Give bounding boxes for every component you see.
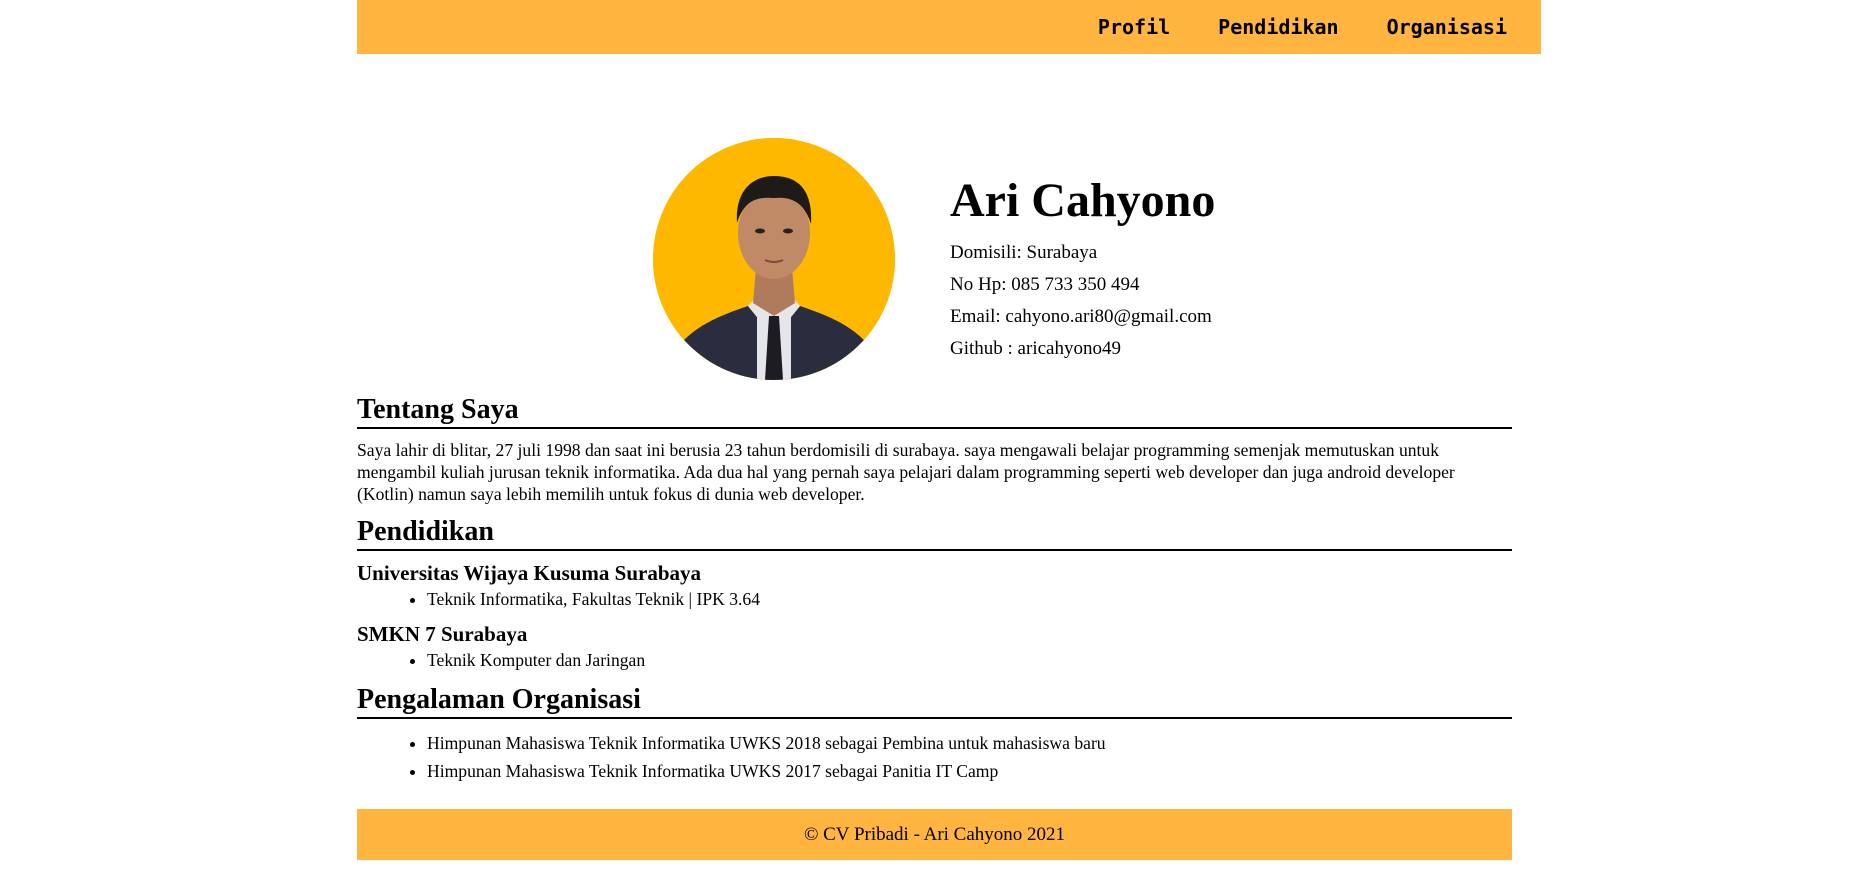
school-name: Universitas Wijaya Kusuma Surabaya xyxy=(357,561,702,585)
profile-info: Ari Cahyono Domisili: Surabaya No Hp: 08… xyxy=(950,173,1215,365)
school-detail: Teknik Komputer dan Jaringan xyxy=(427,647,1512,673)
school-details: Teknik Komputer dan Jaringan xyxy=(357,647,1512,673)
education-item: SMKN 7 Surabaya Teknik Komputer dan Jari… xyxy=(357,621,1512,673)
school-name: SMKN 7 Surabaya xyxy=(357,622,528,646)
education-item: Universitas Wijaya Kusuma Surabaya Tekni… xyxy=(357,560,1512,612)
about-text: Saya lahir di blitar, 27 juli 1998 dan s… xyxy=(357,440,1455,504)
footer-text: © CV Pribadi - Ari Cahyono 2021 xyxy=(803,823,1066,845)
nav-link-pendidikan[interactable]: Pendidikan xyxy=(1218,15,1338,39)
nav-link-organisasi[interactable]: Organisasi xyxy=(1387,15,1507,39)
profile-github: Github : aricahyono49 xyxy=(950,338,1121,359)
section-title-organization: Pengalaman Organisasi xyxy=(357,683,1512,719)
nav-link-profil[interactable]: Profil xyxy=(1098,15,1170,39)
footer: © CV Pribadi - Ari Cahyono 2021 xyxy=(357,809,1512,860)
organization-item: Himpunan Mahasiswa Teknik Informatika UW… xyxy=(427,729,1512,757)
profile-photo-image xyxy=(653,138,895,380)
nav-menu: Profil Pendidikan Organisasi xyxy=(1098,0,1507,54)
profile-photo xyxy=(653,138,895,380)
organization-item: Himpunan Mahasiswa Teknik Informatika UW… xyxy=(427,757,1512,785)
profile-phone: No Hp: 085 733 350 494 xyxy=(950,274,1140,295)
section-title-about: Tentang Saya xyxy=(357,393,1512,429)
main-content: Tentang Saya Saya lahir di blitar, 27 ju… xyxy=(357,393,1512,785)
profile-email: Email: cahyono.ari80@gmail.com xyxy=(950,306,1212,327)
profile-name: Ari Cahyono xyxy=(950,174,1216,227)
profile-domisili: Domisili: Surabaya xyxy=(950,242,1098,263)
top-navbar: Profil Pendidikan Organisasi xyxy=(357,0,1541,54)
school-details: Teknik Informatika, Fakultas Teknik | IP… xyxy=(357,586,1512,612)
section-title-education: Pendidikan xyxy=(357,515,1512,551)
school-detail: Teknik Informatika, Fakultas Teknik | IP… xyxy=(427,586,1512,612)
organization-list: Himpunan Mahasiswa Teknik Informatika UW… xyxy=(357,729,1512,785)
